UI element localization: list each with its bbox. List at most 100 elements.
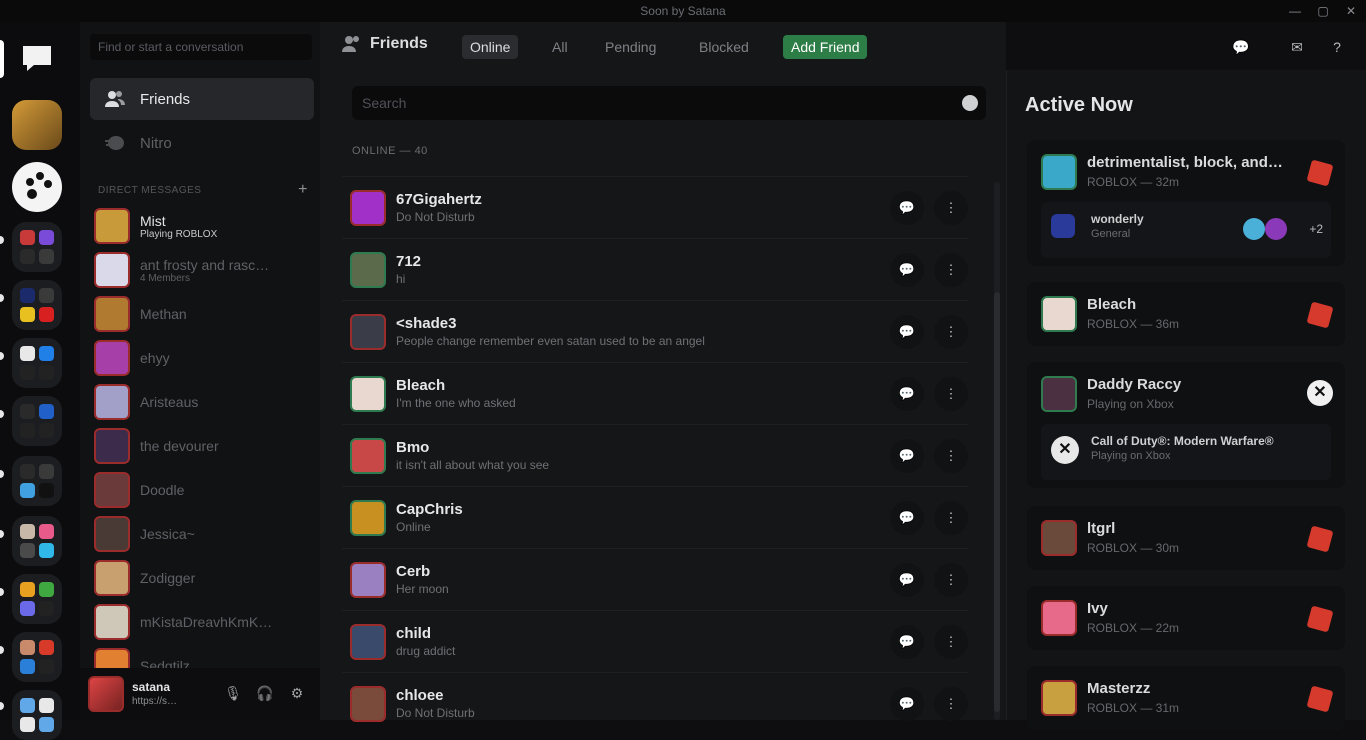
avatar[interactable]: [88, 676, 124, 712]
inbox-icon[interactable]: ✉: [1286, 36, 1308, 58]
tab-pending[interactable]: Pending: [597, 35, 664, 59]
friend-row[interactable]: child drug addict 💬 ⋮: [342, 610, 968, 672]
voice-channel-card[interactable]: wonderly General +2: [1041, 202, 1331, 258]
friend-row[interactable]: 67Gigahertz Do Not Disturb 💬 ⋮: [342, 176, 968, 238]
avatar: [94, 560, 130, 596]
game-activity-card[interactable]: ✕ Call of Duty®: Modern Warfare® Playing o…: [1041, 424, 1331, 480]
message-icon[interactable]: 💬: [890, 315, 924, 349]
message-icon[interactable]: 💬: [890, 687, 924, 721]
avatar: [1041, 154, 1077, 190]
friend-status: Her moon: [396, 582, 449, 596]
message-icon[interactable]: 💬: [890, 625, 924, 659]
roblox-icon: [1306, 159, 1334, 187]
server-folder[interactable]: [12, 456, 62, 506]
unread-dot: [0, 588, 4, 596]
avatar: [1041, 520, 1077, 556]
more-options-icon[interactable]: ⋮: [934, 377, 968, 411]
dm-item[interactable]: ehyy: [94, 338, 314, 378]
active-card[interactable]: ltgrl ROBLOX — 30m: [1027, 506, 1345, 570]
minimize-icon[interactable]: —: [1286, 3, 1304, 19]
dm-item[interactable]: Zodigger: [94, 558, 314, 598]
close-icon[interactable]: ✕: [1342, 3, 1360, 19]
nav-nitro[interactable]: Nitro: [90, 122, 314, 164]
dm-item[interactable]: Jessica~: [94, 514, 314, 554]
friend-list-scrollbar[interactable]: [994, 182, 1000, 720]
friend-row[interactable]: chloee Do Not Disturb 💬 ⋮: [342, 672, 968, 734]
server-folder[interactable]: [12, 338, 62, 388]
friend-row[interactable]: <shade3 People change remember even satan…: [342, 300, 968, 362]
unread-dot: [0, 294, 4, 302]
mute-mic-icon[interactable]: 🎙: [222, 682, 244, 704]
active-card[interactable]: Ivy ROBLOX — 22m: [1027, 586, 1345, 650]
dm-name: Methan: [140, 306, 187, 322]
server-folder[interactable]: [12, 396, 62, 446]
friend-row[interactable]: Cerb Her moon 💬 ⋮: [342, 548, 968, 610]
dm-text: Aristeaus: [140, 394, 300, 410]
message-icon[interactable]: 💬: [890, 377, 924, 411]
friend-name: Bmo: [396, 439, 430, 456]
message-icon[interactable]: 💬: [890, 191, 924, 225]
headphones-icon[interactable]: 🎧: [254, 682, 276, 704]
friend-search-input[interactable]: Search: [352, 86, 986, 120]
add-friend-button[interactable]: Add Friend: [783, 35, 868, 59]
message-icon[interactable]: 💬: [890, 439, 924, 473]
dm-item[interactable]: Doodle: [94, 470, 314, 510]
friend-row[interactable]: 712 hi 💬 ⋮: [342, 238, 968, 300]
tab-blocked[interactable]: Blocked: [691, 35, 757, 59]
maximize-icon[interactable]: ▢: [1314, 3, 1332, 19]
server-folder[interactable]: [12, 632, 62, 682]
message-icon[interactable]: 💬: [890, 563, 924, 597]
dm-item[interactable]: the devourer: [94, 426, 314, 466]
dm-item[interactable]: Methan: [94, 294, 314, 334]
friend-row[interactable]: Bleach I'm the one who asked 💬 ⋮: [342, 362, 968, 424]
message-icon[interactable]: 💬: [890, 501, 924, 535]
server-folder[interactable]: [12, 574, 62, 624]
unread-dot: [0, 702, 4, 710]
server-icon[interactable]: [12, 100, 62, 150]
dm-item[interactable]: mKistaDreavhKmK…: [94, 602, 314, 642]
active-card[interactable]: detrimentalist, block, and… ROBLOX — 32m w…: [1027, 140, 1345, 266]
server-folder[interactable]: [12, 690, 62, 740]
dm-header-label: DIRECT MESSAGES: [98, 185, 202, 196]
nav-friends-label: Friends: [140, 90, 191, 108]
scrollbar-thumb[interactable]: [994, 292, 1000, 712]
dm-text: the devourer: [140, 438, 300, 454]
more-options-icon[interactable]: ⋮: [934, 439, 968, 473]
dm-item[interactable]: ant frosty and rasc… 4 Members: [94, 250, 314, 290]
help-icon[interactable]: ?: [1326, 36, 1348, 58]
more-options-icon[interactable]: ⋮: [934, 625, 968, 659]
create-dm-icon[interactable]: +: [298, 181, 308, 199]
new-group-dm-icon[interactable]: 💬: [1230, 36, 1252, 58]
friend-name: Bleach: [396, 377, 446, 394]
home-button[interactable]: [14, 36, 60, 82]
more-options-icon[interactable]: ⋮: [934, 315, 968, 349]
more-options-icon[interactable]: ⋮: [934, 253, 968, 287]
server-folder[interactable]: [12, 222, 62, 272]
active-card[interactable]: Daddy Raccy Playing on Xbox ✕ ✕ Call of Duty…: [1027, 362, 1345, 488]
more-options-icon[interactable]: ⋮: [934, 191, 968, 225]
friend-status: People change remember even satan used t…: [396, 334, 705, 348]
avatar: [94, 384, 130, 420]
dm-item[interactable]: Mist Playing ROBLOX: [94, 206, 314, 246]
more-options-icon[interactable]: ⋮: [934, 687, 968, 721]
server-folder[interactable]: [12, 280, 62, 330]
dm-text: Methan: [140, 306, 300, 322]
dm-search-input[interactable]: Find or start a conversation: [90, 34, 312, 60]
friend-row[interactable]: Bmo it isn't all about what you see 💬 ⋮: [342, 424, 968, 486]
palette-server-icon[interactable]: [12, 162, 62, 212]
tab-all[interactable]: All: [544, 35, 576, 59]
friend-row[interactable]: CapChris Online 💬 ⋮: [342, 486, 968, 548]
more-options-icon[interactable]: ⋮: [934, 563, 968, 597]
avatar: [1041, 600, 1077, 636]
message-icon[interactable]: 💬: [890, 253, 924, 287]
nav-friends[interactable]: Friends: [90, 78, 314, 120]
active-sub: Playing on Xbox: [1087, 397, 1174, 411]
settings-gear-icon[interactable]: ⚙: [286, 682, 308, 704]
active-card[interactable]: Masterzz ROBLOX — 31m: [1027, 666, 1345, 730]
active-card[interactable]: Bleach ROBLOX — 36m: [1027, 282, 1345, 346]
tab-online[interactable]: Online: [462, 35, 519, 59]
avatar: [350, 375, 386, 412]
server-folder[interactable]: [12, 516, 62, 566]
dm-item[interactable]: Aristeaus: [94, 382, 314, 422]
more-options-icon[interactable]: ⋮: [934, 501, 968, 535]
